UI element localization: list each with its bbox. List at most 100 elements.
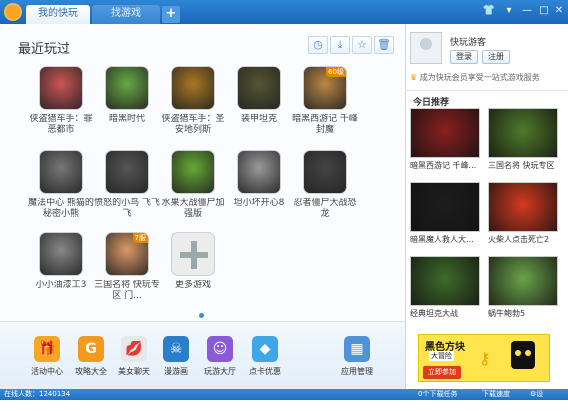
recommend-label: 三国名将 快玩专区 xyxy=(488,161,555,170)
launcher-item[interactable]: ▦ 应用管理 xyxy=(332,336,382,377)
gift-icon: 🎁 xyxy=(34,336,60,362)
register-button[interactable]: 注册 xyxy=(482,50,510,64)
game-tile[interactable]: 忍者僵尸大战恐龙 xyxy=(292,150,358,220)
game-thumbnail xyxy=(39,150,83,194)
guide-icon: G xyxy=(78,336,104,362)
server-badge: 7服 xyxy=(132,233,148,243)
launcher-item[interactable]: ◆ 点卡优惠 xyxy=(240,336,290,377)
tab-my-games[interactable]: 我的快玩 xyxy=(26,5,90,24)
game-tile[interactable]: 7服 三国名将 快玩专区 门... xyxy=(94,232,160,302)
pirate-icon: ☠ xyxy=(163,336,189,362)
launcher-label: 点卡优惠 xyxy=(249,367,281,376)
game-name: 魔法中心 熊猫的秘密小熊 xyxy=(28,198,94,219)
game-thumbnail xyxy=(237,66,281,110)
recommend-label: 暗黑魔人救人大... xyxy=(410,235,474,244)
game-tile[interactable]: 水果大战僵尸加强版 xyxy=(160,150,226,220)
game-tile[interactable]: 60级暗黑西游记 千峰封魔 xyxy=(292,66,358,136)
recommend-item[interactable]: 暗黑西游记 千峰... xyxy=(410,108,480,171)
launcher-item[interactable]: ☺ 玩游大厅 xyxy=(195,336,245,377)
download-icon[interactable]: ⤓ xyxy=(330,36,350,54)
avatar[interactable] xyxy=(410,32,442,64)
diamond-icon: ◆ xyxy=(252,336,278,362)
game-tile[interactable]: 坦小坏开心8 xyxy=(226,150,292,220)
skin-icon[interactable]: 👕 xyxy=(482,4,496,18)
delete-icon[interactable]: 🗑 xyxy=(374,36,394,54)
game-tile[interactable]: 愤怒的小鸟 飞飞飞 xyxy=(94,150,160,220)
status-bar: 在线人数：1240134 0个下载任务 下载速度 ⚙ 设置 xyxy=(0,389,568,409)
page-indicator[interactable] xyxy=(199,313,204,318)
game-name: 侠盗猎车手：罪恶都市 xyxy=(29,114,93,135)
game-name: 小小油漆工3 xyxy=(35,280,87,290)
game-name: 装甲坦克 xyxy=(240,114,277,124)
game-thumbnail xyxy=(105,150,149,194)
member-text: 成为快玩会员享受一站式游戏服务 xyxy=(419,73,540,82)
game-name: 暗黑时代 xyxy=(108,114,145,124)
game-name: 暗黑西游记 千峰封魔 xyxy=(292,114,358,135)
minimize-icon[interactable]: — xyxy=(520,4,534,18)
game-thumbnail xyxy=(105,66,149,110)
recommend-thumbnail xyxy=(410,256,480,306)
member-promo-text[interactable]: ♛ 成为快玩会员享受一站式游戏服务 xyxy=(410,72,540,83)
game-thumbnail xyxy=(237,150,281,194)
launcher-item[interactable]: ☠ 漫游画 xyxy=(151,336,201,377)
game-tile[interactable]: 侠盗猎车手：罪恶都市 xyxy=(28,66,94,136)
recommend-item[interactable]: 暗黑魔人救人大... xyxy=(410,182,480,245)
history-icon[interactable]: ◷ xyxy=(308,36,328,54)
game-tile[interactable]: 小小油漆工3 xyxy=(28,232,94,302)
download-tasks[interactable]: 0个下载任务 xyxy=(418,389,457,400)
close-icon[interactable]: ✕ xyxy=(552,4,566,18)
maximize-icon[interactable]: □ xyxy=(537,4,551,18)
crown-icon: ♛ xyxy=(410,73,418,82)
add-tab-button[interactable]: + xyxy=(162,6,180,23)
game-name: 水果大战僵尸加强版 xyxy=(161,198,225,219)
game-tile[interactable]: 侠盗猎车手：圣安地列斯 xyxy=(160,66,226,136)
key-icon: ⚷ xyxy=(479,349,491,368)
apps-grid-icon: ▦ xyxy=(344,336,370,362)
recommend-item[interactable]: 经典坦克大战 xyxy=(410,256,480,319)
recommend-thumbnail xyxy=(488,256,558,306)
game-tile[interactable]: 魔法中心 熊猫的秘密小熊 xyxy=(28,150,94,220)
game-thumbnail xyxy=(39,66,83,110)
settings-button[interactable]: ⚙ 设置 xyxy=(530,389,543,409)
more-games-plus-icon xyxy=(171,232,215,276)
menu-icon[interactable]: ▾ xyxy=(502,4,516,18)
recommend-label: 火柴人点击死亡2 xyxy=(488,235,550,244)
recommend-thumbnail xyxy=(410,182,480,232)
launcher-label: 漫游画 xyxy=(164,367,188,376)
recommend-item[interactable]: 蜗牛鲍勃5 xyxy=(488,256,558,319)
recommend-label: 蜗牛鲍勃5 xyxy=(488,309,526,318)
recommend-label: 暗黑西游记 千峰... xyxy=(410,161,477,170)
game-tile[interactable]: 更多游戏 xyxy=(160,232,226,302)
username: 快玩游客 xyxy=(450,38,487,48)
recommend-item[interactable]: 三国名将 快玩专区 xyxy=(488,108,558,171)
game-name: 坦小坏开心8 xyxy=(233,198,285,208)
smile-icon: ☺ xyxy=(207,336,233,362)
recommend-thumbnail xyxy=(488,182,558,232)
game-tile[interactable]: 装甲坦克 xyxy=(226,66,292,136)
download-speed[interactable]: 下载速度 xyxy=(482,389,510,400)
game-thumbnail xyxy=(171,150,215,194)
game-thumbnail xyxy=(171,66,215,110)
game-name: 侠盗猎车手：圣安地列斯 xyxy=(161,114,225,135)
recommend-item[interactable]: 火柴人点击死亡2 xyxy=(488,182,558,245)
recommend-thumbnail xyxy=(488,108,558,158)
launcher-item[interactable]: 🎁 活动中心 xyxy=(22,336,72,377)
recommend-thumbnail xyxy=(410,108,480,158)
recommend-label: 经典坦克大战 xyxy=(410,309,458,318)
game-thumbnail: 7服 xyxy=(105,232,149,276)
recommend-title: 今日推荐 xyxy=(413,98,450,108)
login-button[interactable]: 登录 xyxy=(450,50,478,64)
game-thumbnail: 60级 xyxy=(303,66,347,110)
join-now-button[interactable]: 立即参加 xyxy=(423,366,461,379)
ad-banner[interactable]: 黑色方块 大冒险 立即参加 ⚷ xyxy=(418,334,550,382)
game-tile[interactable]: 暗黑时代 xyxy=(94,66,160,136)
game-thumbnail xyxy=(39,232,83,276)
server-badge: 60级 xyxy=(326,67,346,77)
tab-find-games[interactable]: 找游戏 xyxy=(92,5,160,24)
launcher-label: 应用管理 xyxy=(341,367,373,376)
online-count: 在线人数：1240134 xyxy=(4,390,71,398)
favorite-icon[interactable]: ☆ xyxy=(352,36,372,54)
game-name: 忍者僵尸大战恐龙 xyxy=(293,198,357,219)
settings-label: 设置 xyxy=(536,390,544,409)
game-thumbnail xyxy=(303,150,347,194)
